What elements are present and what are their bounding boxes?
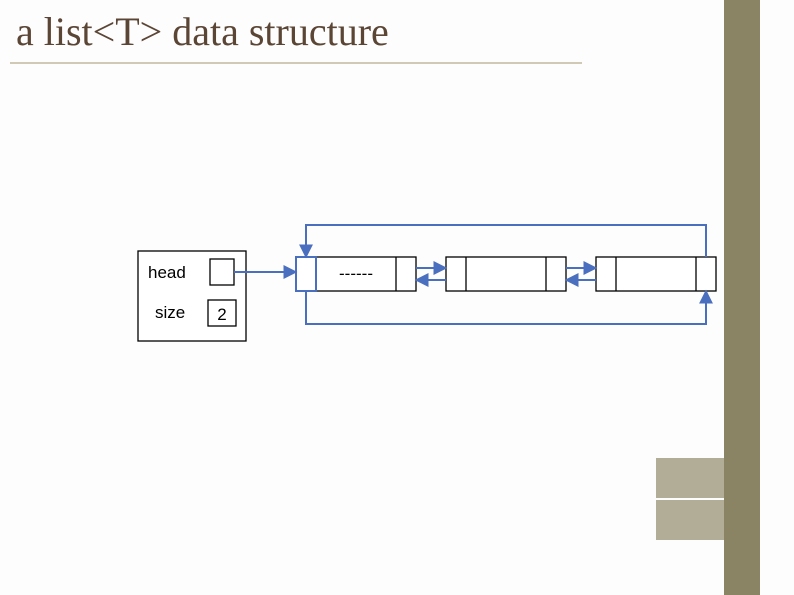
node-2 — [596, 257, 716, 291]
node-1 — [446, 257, 566, 291]
head-label: head — [148, 263, 186, 282]
head-pointer-box — [210, 259, 234, 285]
ptr-node0-prev-loop — [306, 291, 706, 324]
node-0-value: ------ — [339, 264, 373, 283]
size-label: size — [155, 303, 185, 322]
ptr-node2-next-loop — [306, 225, 706, 257]
size-value: 2 — [217, 305, 226, 324]
linked-list-diagram: head size 2 ------ — [0, 0, 794, 595]
